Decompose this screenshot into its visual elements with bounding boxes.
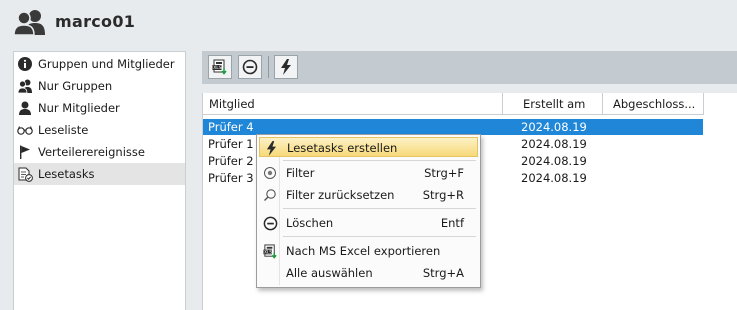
sidebar: Gruppen und Mitglieder Nur Gruppen Nur M… — [13, 51, 186, 310]
document-check-icon — [17, 166, 33, 182]
lightning-icon — [263, 140, 279, 156]
column-header-erstellt-am[interactable]: Erstellt am — [503, 93, 603, 115]
menu-item-excel-export[interactable]: XLS Nach MS Excel exportieren — [259, 241, 478, 261]
sidebar-item-label: Nur Gruppen — [38, 79, 113, 93]
sidebar-item-verteilerereignisse[interactable]: Verteilerereignisse — [14, 141, 185, 163]
menu-separator — [283, 160, 476, 161]
menu-item-shortcut: Strg+F — [424, 166, 464, 180]
menu-item-shortcut: Entf — [440, 216, 464, 230]
sidebar-item-nur-mitglieder[interactable]: Nur Mitglieder — [14, 97, 185, 119]
sidebar-item-label: Verteilerereignisse — [38, 145, 145, 159]
context-menu: Lesetasks erstellen Filter Strg+F Filter… — [256, 134, 481, 288]
header: marco01 — [0, 0, 737, 46]
menu-item-label: Filter zurücksetzen — [286, 188, 395, 202]
filter-icon — [262, 165, 278, 181]
column-header-label: Abgeschloss... — [613, 96, 696, 111]
user-group-icon — [13, 10, 45, 35]
cell-member: Prüfer 3 — [208, 171, 254, 185]
column-header-label: Mitglied — [209, 96, 255, 111]
sidebar-item-label: Lesetasks — [38, 167, 95, 181]
flag-icon — [17, 144, 33, 160]
cell-created: 2024.08.19 — [521, 154, 587, 168]
menu-item-lesetasks-erstellen[interactable]: Lesetasks erstellen — [259, 137, 478, 157]
cell-member: Prüfer 4 — [208, 120, 254, 134]
sidebar-item-lesetasks[interactable]: Lesetasks — [14, 163, 185, 185]
cell-created: 2024.08.19 — [521, 137, 587, 151]
page-title: marco01 — [55, 12, 136, 31]
search-icon — [262, 187, 278, 203]
menu-item-label: Löschen — [286, 216, 334, 230]
menu-item-label: Lesetasks erstellen — [287, 141, 398, 155]
excel-export-icon: XLS — [212, 59, 227, 75]
lightning-icon — [281, 59, 291, 75]
menu-item-label: Nach MS Excel exportieren — [286, 244, 441, 258]
sidebar-item-nur-gruppen[interactable]: Nur Gruppen — [14, 75, 185, 97]
column-header-abgeschlossen[interactable]: Abgeschloss... — [603, 93, 704, 115]
toolbar-separator — [268, 56, 269, 78]
svg-text:XLS: XLS — [264, 249, 272, 254]
menu-item-shortcut: Strg+R — [422, 188, 464, 202]
sidebar-item-gruppen-und-mitglieder[interactable]: Gruppen und Mitglieder — [14, 53, 185, 75]
glasses-icon — [17, 122, 33, 138]
sidebar-item-label: Leseliste — [38, 123, 89, 137]
menu-item-filter[interactable]: Filter Strg+F — [259, 163, 478, 183]
cell-member: Prüfer 1 — [208, 137, 254, 151]
minus-circle-icon — [242, 59, 258, 75]
toolbar: XLS — [202, 51, 737, 84]
info-icon — [17, 56, 33, 72]
menu-item-filter-zuruecksetzen[interactable]: Filter zurücksetzen Strg+R — [259, 185, 478, 205]
table-row[interactable]: Prüfer 4 2024.08.19 — [203, 119, 703, 135]
cell-member: Prüfer 2 — [208, 154, 254, 168]
users-icon — [17, 78, 33, 94]
sidebar-item-leseliste[interactable]: Leseliste — [14, 119, 185, 141]
cell-created: 2024.08.19 — [521, 120, 587, 134]
menu-item-shortcut: Strg+A — [422, 266, 464, 280]
menu-item-loeschen[interactable]: Löschen Entf — [259, 213, 478, 233]
menu-item-label: Filter — [286, 166, 315, 180]
minus-circle-icon — [262, 215, 278, 231]
column-header-label: Erstellt am — [523, 96, 586, 111]
sidebar-item-label: Nur Mitglieder — [38, 101, 120, 115]
excel-export-icon: XLS — [262, 243, 278, 259]
svg-text:XLS: XLS — [213, 65, 222, 71]
column-header-mitglied[interactable]: Mitglied — [203, 93, 503, 115]
user-icon — [17, 100, 33, 116]
create-task-button[interactable] — [274, 55, 298, 79]
cell-created: 2024.08.19 — [521, 171, 587, 185]
delete-button[interactable] — [238, 55, 262, 79]
menu-separator — [283, 208, 476, 209]
sidebar-item-label: Gruppen und Mitglieder — [38, 57, 175, 71]
menu-item-label: Alle auswählen — [286, 266, 373, 280]
menu-item-alle-auswaehlen[interactable]: Alle auswählen Strg+A — [259, 263, 478, 283]
menu-separator — [283, 236, 476, 237]
excel-export-button[interactable]: XLS — [208, 55, 232, 79]
